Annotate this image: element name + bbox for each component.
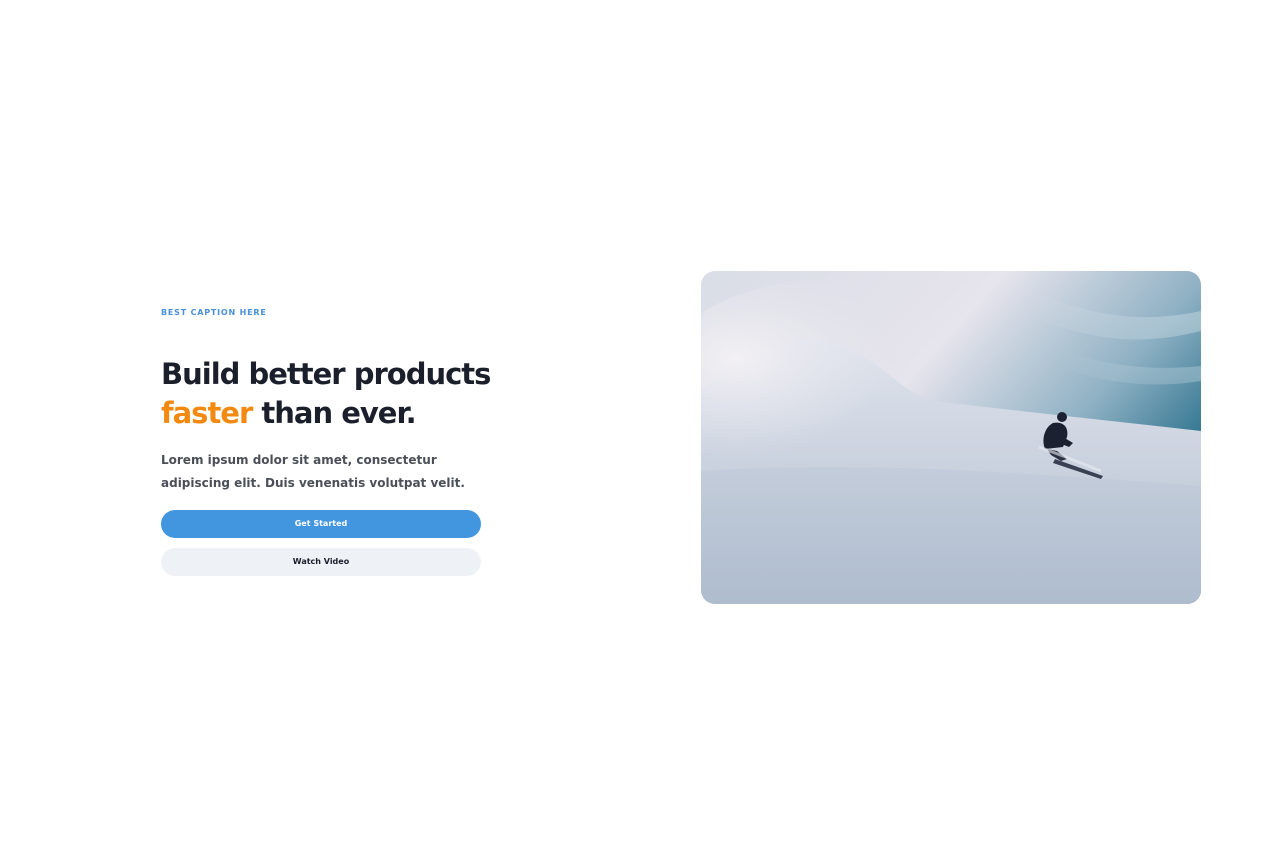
watch-video-button[interactable]: Watch Video [161,548,481,576]
landing-page: BEST CAPTION HERE Build better products … [0,0,1286,857]
hero-description: Lorem ipsum dolor sit amet, consectetur … [161,453,465,490]
hero-caption: BEST CAPTION HERE [161,308,267,317]
hero-image [701,271,1201,604]
get-started-button[interactable]: Get Started [161,510,481,538]
headline-accent: faster [161,396,253,430]
headline-line-1: Build better products [161,357,491,391]
hero-headline: Build better products faster than ever. [161,355,501,433]
snowboarder-image [701,271,1201,604]
hero-text-block: BEST CAPTION HERE Build better products … [161,308,501,576]
headline-rest: than ever. [252,396,416,430]
